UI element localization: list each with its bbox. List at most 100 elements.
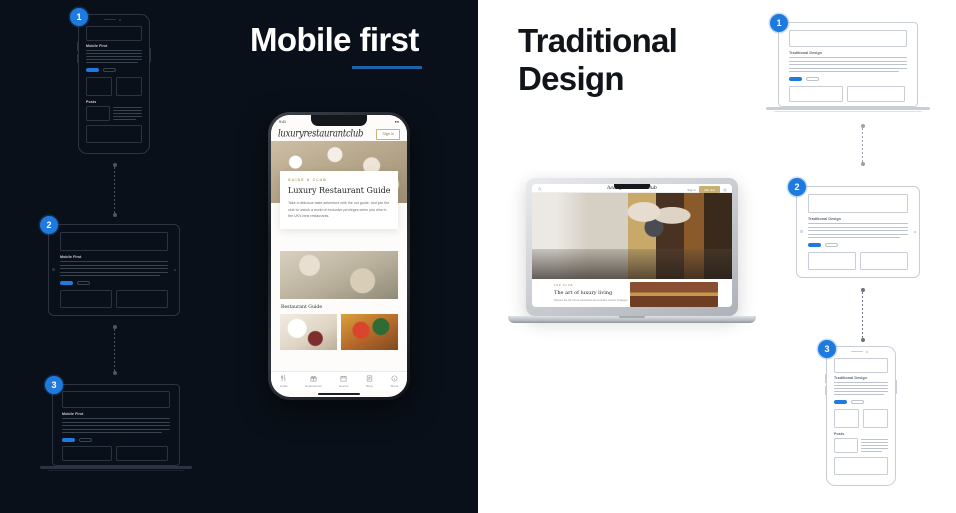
card-tile (116, 290, 168, 308)
hero-block (789, 30, 907, 47)
screen-heading: Traditional Design (789, 51, 822, 55)
nav-item-experiences[interactable]: Experiences (305, 375, 322, 388)
phone-power-button (896, 380, 898, 394)
wireframe-phone-step1: 1 Mobile First Posts (70, 8, 152, 154)
laptop-base-notch (619, 316, 645, 318)
sign-in-button[interactable]: Sign in (376, 128, 400, 140)
text-line (789, 60, 907, 62)
gift-icon (310, 375, 317, 382)
lower-eyebrow: THE CLUB (554, 284, 574, 287)
lower-title: The art of luxury living (554, 289, 613, 296)
nav-item-blog[interactable]: Blog (366, 375, 373, 388)
phone-camera-icon (119, 18, 121, 21)
primary-cta-pill[interactable] (62, 438, 75, 442)
menu-icon[interactable] (723, 188, 727, 192)
hero-block (808, 194, 908, 213)
card-tile (116, 77, 142, 96)
flow-connector-2-3 (860, 288, 865, 342)
screen-heading: Mobile First (60, 255, 82, 259)
title-line-1: Traditional (518, 22, 678, 59)
screen-heading: Traditional Design (834, 376, 867, 380)
laptop-foot (48, 469, 184, 471)
calendar-icon (340, 375, 347, 382)
text-line (60, 264, 168, 266)
screen-heading: Traditional Design (808, 217, 841, 221)
card-tile (860, 252, 908, 270)
tablet-camera-icon (174, 269, 176, 271)
lower-content-row: THE CLUB The art of luxury living Discov… (532, 279, 732, 307)
primary-cta-pill[interactable] (834, 400, 847, 404)
card-tile (116, 446, 168, 461)
secondary-cta-pill[interactable] (79, 437, 92, 442)
tablet-camera-icon (914, 231, 916, 233)
phone-notch (104, 18, 116, 21)
wireframe-phone-step3: 3 Traditional Design Posts (818, 340, 898, 486)
section-heading: Posts (86, 100, 97, 104)
laptop-notch (614, 184, 650, 189)
secondary-cta-pill[interactable] (77, 280, 90, 285)
secondary-cta-pill[interactable] (825, 242, 838, 247)
text-line (808, 233, 908, 235)
document-icon (366, 375, 373, 382)
step-badge-3: 3 (818, 340, 836, 358)
status-icons: ●● (394, 119, 399, 124)
section-title: Restaurant Guide (281, 305, 323, 310)
laptop-lid: luxuryrestaurantclub Sign in Join now TH… (526, 178, 738, 316)
status-bar: 9:41 ●● (271, 117, 407, 126)
card-tile (847, 86, 905, 102)
nav-label: Events (339, 384, 349, 388)
hero-phone-mockup: 9:41 ●● luxuryrestaurantclub Sign in GUI… (268, 112, 410, 400)
nav-item-about[interactable]: About (390, 375, 398, 388)
wireframe-laptop-step3: 3 Mobile First (40, 376, 192, 472)
traditional-design-title: Traditional Design (518, 22, 748, 98)
card-tile (789, 86, 843, 102)
connector-arrow (860, 338, 865, 342)
hero-image-floor-gradient (532, 249, 732, 279)
site-header: luxuryrestaurantclub Sign in Join now (532, 184, 732, 193)
wireframe-tablet-step2: 2 Traditional Design (788, 178, 920, 278)
secondary-cta-pill[interactable] (851, 399, 864, 404)
footer-block (86, 125, 142, 143)
card-eyebrow: GUIDE & CLUB (288, 178, 327, 182)
post-thumb (86, 106, 110, 121)
secondary-photo (280, 251, 398, 299)
lower-subtitle: Discover the UK's finest restaurants and… (554, 298, 628, 302)
primary-cta-pill[interactable] (808, 243, 821, 247)
card-tile (86, 77, 112, 96)
nav-label: Guide (279, 384, 288, 388)
text-line (62, 421, 170, 423)
sign-in-link[interactable]: Sign in (687, 188, 696, 192)
text-line (808, 226, 908, 228)
thumbnail-dish[interactable] (341, 314, 398, 350)
secondary-cta-pill[interactable] (806, 76, 819, 81)
thumbnail-dessert[interactable] (280, 314, 337, 350)
card-tile (863, 409, 888, 428)
step-badge-1: 1 (770, 14, 788, 32)
text-line (60, 271, 168, 273)
nav-item-guide[interactable]: Guide (280, 375, 288, 388)
connector-arrow (860, 162, 865, 166)
primary-cta-pill[interactable] (789, 77, 802, 81)
hero-block (834, 358, 888, 373)
connector-dotted-line (862, 292, 863, 338)
card-tile (60, 290, 112, 308)
phone-volume-button (76, 42, 78, 51)
hero-block (62, 391, 170, 408)
brand-logo[interactable]: luxuryrestaurantclub (278, 128, 363, 140)
join-now-button[interactable]: Join now (698, 186, 720, 193)
lower-text-block: THE CLUB The art of luxury living Discov… (532, 279, 630, 307)
thumbnail-row (280, 314, 398, 350)
secondary-cta-pill[interactable] (103, 67, 116, 72)
text-line (789, 67, 907, 69)
search-icon[interactable] (538, 187, 542, 191)
card-tile (834, 409, 859, 428)
title-underline-rule (352, 66, 422, 69)
step-badge-3: 3 (45, 376, 63, 394)
lower-feature-image (630, 282, 718, 307)
post-thumb (834, 438, 858, 453)
primary-cta-pill[interactable] (60, 281, 73, 285)
nav-item-events[interactable]: Events (339, 375, 348, 388)
phone-camera-icon (866, 350, 868, 353)
primary-cta-pill[interactable] (86, 68, 99, 72)
restaurant-hero-image (532, 193, 732, 279)
